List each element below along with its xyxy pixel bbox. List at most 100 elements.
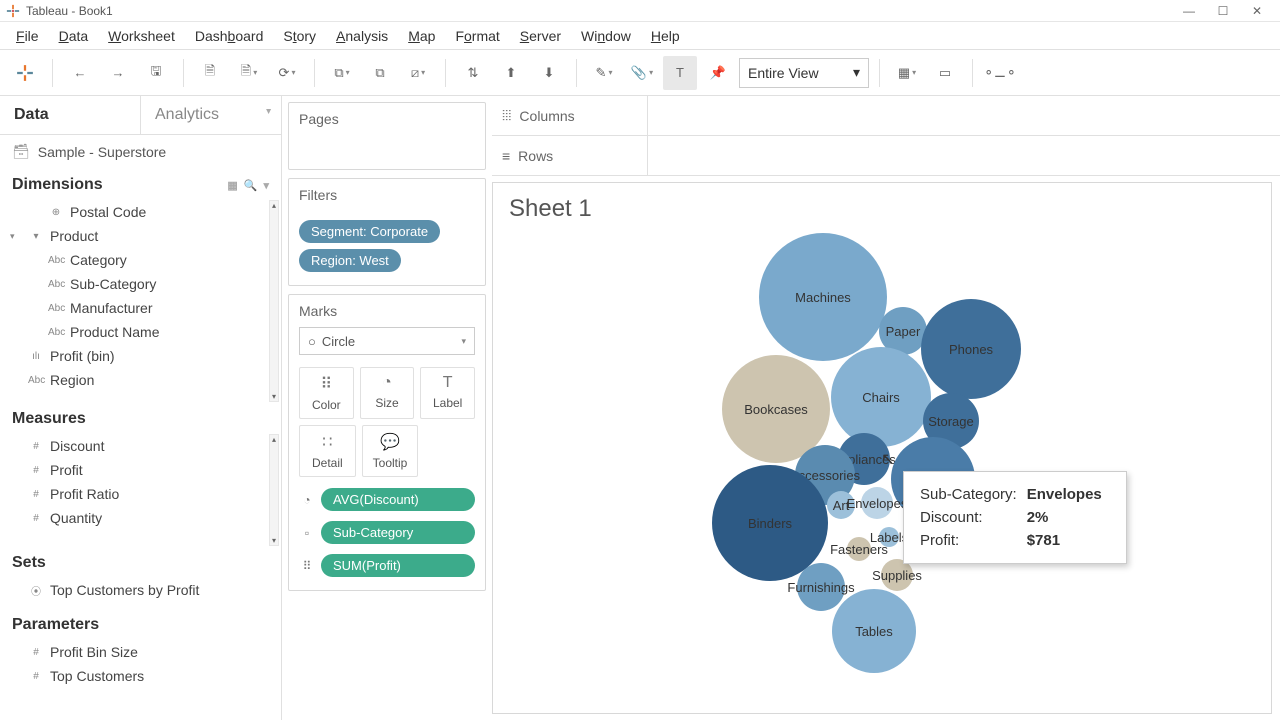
save-button[interactable]: 🖫 bbox=[139, 56, 173, 90]
field-category[interactable]: AbcCategory bbox=[0, 248, 281, 272]
bubble-chart[interactable]: MachinesPaperPhonesBookcasesChairsStorag… bbox=[493, 231, 1271, 713]
pages-shelf[interactable]: Pages bbox=[288, 102, 486, 170]
bubble-binders[interactable]: Binders bbox=[712, 465, 828, 581]
columns-drop[interactable] bbox=[648, 96, 1280, 135]
maximize-button[interactable]: ☐ bbox=[1206, 2, 1240, 20]
menu-server[interactable]: Server bbox=[510, 24, 571, 48]
bubble-labels[interactable]: Labels bbox=[879, 527, 899, 547]
mark-type-dropdown[interactable]: ○ Circle ▾ bbox=[299, 327, 475, 355]
rows-shelf[interactable]: ≡Rows bbox=[492, 136, 648, 175]
tableau-home-icon[interactable] bbox=[8, 56, 42, 90]
menu-format[interactable]: Format bbox=[445, 24, 509, 48]
bubble-envelopes[interactable]: Envelopes bbox=[861, 487, 893, 519]
parameter-item[interactable]: #Top Customers bbox=[0, 664, 281, 688]
field-postal-code[interactable]: ⊕Postal Code bbox=[0, 200, 281, 224]
menu-worksheet[interactable]: Worksheet bbox=[98, 24, 185, 48]
group-button[interactable]: 📎▾ bbox=[625, 56, 659, 90]
mark-pill-type-icon[interactable]: ◔ bbox=[299, 493, 315, 507]
menu-story[interactable]: Story bbox=[273, 24, 326, 48]
share-button[interactable]: ⚬⚊⚬ bbox=[983, 56, 1017, 90]
show-cards-button[interactable]: ▦▾ bbox=[890, 56, 924, 90]
mark-size-button[interactable]: ◔Size bbox=[360, 367, 415, 419]
highlight-button[interactable]: ✎▾ bbox=[587, 56, 621, 90]
mark-pill[interactable]: SUM(Profit) bbox=[321, 554, 475, 577]
sheet-title[interactable]: Sheet 1 bbox=[493, 183, 1271, 227]
filter-pill[interactable]: Region: West bbox=[299, 249, 401, 272]
mark-pill-type-icon[interactable]: ▫ bbox=[299, 526, 315, 540]
scroll-down-icon[interactable]: ▾ bbox=[272, 392, 276, 401]
tableau-icon bbox=[6, 4, 20, 18]
menu-data[interactable]: Data bbox=[49, 24, 99, 48]
rows-drop[interactable] bbox=[648, 136, 1280, 175]
field-profit[interactable]: #Profit bbox=[0, 458, 281, 482]
mark-pill-type-icon[interactable]: ⠿ bbox=[299, 559, 315, 573]
menu-window[interactable]: Window bbox=[571, 24, 641, 48]
size-icon: ◔ bbox=[363, 374, 412, 392]
minimize-button[interactable]: — bbox=[1172, 2, 1206, 20]
mark-pill[interactable]: Sub-Category bbox=[321, 521, 475, 544]
sort-desc-button[interactable]: ⬇ bbox=[532, 56, 566, 90]
redo-button[interactable]: → bbox=[101, 56, 135, 90]
field-discount[interactable]: #Discount bbox=[0, 434, 281, 458]
parameter-item[interactable]: #Profit Bin Size bbox=[0, 640, 281, 664]
scroll-up-icon[interactable]: ▴ bbox=[272, 201, 276, 210]
scroll-up-icon[interactable]: ▴ bbox=[272, 435, 276, 444]
field-product-name[interactable]: AbcProduct Name bbox=[0, 320, 281, 344]
titlebar: Tableau - Book1 — ☐ ✕ bbox=[0, 0, 1280, 22]
field-manufacturer[interactable]: AbcManufacturer bbox=[0, 296, 281, 320]
duplicate-button[interactable]: ⧉ bbox=[363, 56, 397, 90]
shelf-column: Pages Filters Segment: CorporateRegion: … bbox=[282, 96, 492, 720]
field-region[interactable]: AbcRegion bbox=[0, 368, 281, 392]
tooltip-key: Sub-Category: bbox=[920, 484, 1025, 505]
presentation-button[interactable]: ▭ bbox=[928, 56, 962, 90]
filters-shelf[interactable]: Filters Segment: CorporateRegion: West bbox=[288, 178, 486, 286]
field-profit-bin-[interactable]: ılıProfit (bin) bbox=[0, 344, 281, 368]
bubble-phones[interactable]: Phones bbox=[921, 299, 1021, 399]
menu-dashboard[interactable]: Dashboard bbox=[185, 24, 274, 48]
mark-label-button[interactable]: TLabel bbox=[420, 367, 475, 419]
close-button[interactable]: ✕ bbox=[1240, 2, 1274, 20]
field-sub-category[interactable]: AbcSub-Category bbox=[0, 272, 281, 296]
filter-pill[interactable]: Segment: Corporate bbox=[299, 220, 440, 243]
set-item[interactable]: ⦿Top Customers by Profit bbox=[0, 578, 281, 602]
sets-header: Sets bbox=[0, 546, 281, 578]
swap-button[interactable]: ⇅ bbox=[456, 56, 490, 90]
new-worksheet-button[interactable]: ⧉▾ bbox=[325, 56, 359, 90]
mark-detail-button[interactable]: ∷Detail bbox=[299, 425, 356, 477]
menu-help[interactable]: Help bbox=[641, 24, 690, 48]
bubble-chairs[interactable]: Chairs bbox=[831, 347, 931, 447]
scroll-down-icon[interactable]: ▾ bbox=[272, 536, 276, 545]
view-icon[interactable]: ▦ bbox=[227, 179, 237, 192]
field-profit-ratio[interactable]: #Profit Ratio bbox=[0, 482, 281, 506]
search-icon[interactable]: 🔍 bbox=[244, 179, 258, 192]
menu-map[interactable]: Map bbox=[398, 24, 445, 48]
datasource-row[interactable]: 🗃 Sample - Superstore bbox=[0, 135, 281, 168]
bubble-fasteners[interactable]: Fasteners bbox=[847, 537, 871, 561]
new-datasource-button[interactable]: 🗎 bbox=[194, 56, 228, 90]
sort-asc-button[interactable]: ⬆ bbox=[494, 56, 528, 90]
refresh-button[interactable]: ⟳▾ bbox=[270, 56, 304, 90]
bubble-furnishings[interactable]: Furnishings bbox=[797, 563, 845, 611]
mark-color-button[interactable]: ⠿Color bbox=[299, 367, 354, 419]
fit-dropdown[interactable]: Entire View ▾ bbox=[739, 58, 869, 88]
marks-card: Marks ○ Circle ▾ ⠿Color ◔Size TLabel ∷De… bbox=[288, 294, 486, 591]
labels-button[interactable]: T bbox=[663, 56, 697, 90]
tab-analytics[interactable]: Analytics bbox=[140, 96, 281, 134]
bubble-machines[interactable]: Machines bbox=[759, 233, 887, 361]
tab-data[interactable]: Data bbox=[0, 96, 140, 134]
clear-button[interactable]: ⧄▾ bbox=[401, 56, 435, 90]
bubble-tables[interactable]: Tables bbox=[832, 589, 916, 673]
menu-file[interactable]: File bbox=[6, 24, 49, 48]
mark-pill[interactable]: AVG(Discount) bbox=[321, 488, 475, 511]
pin-button[interactable]: 📌 bbox=[701, 56, 735, 90]
columns-shelf[interactable]: ⦙⦙⦙Columns bbox=[492, 96, 648, 135]
mark-tooltip-button[interactable]: 💬Tooltip bbox=[362, 425, 419, 477]
field-product[interactable]: ▾▾Product bbox=[0, 224, 281, 248]
menu-dim-icon[interactable]: ▾ bbox=[263, 179, 269, 192]
undo-button[interactable]: ← bbox=[63, 56, 97, 90]
pause-auto-updates-button[interactable]: 🗎▾ bbox=[232, 56, 266, 90]
field-quantity[interactable]: #Quantity bbox=[0, 506, 281, 530]
field-type-icon: # bbox=[28, 513, 44, 524]
menu-analysis[interactable]: Analysis bbox=[326, 24, 398, 48]
parameter-icon: # bbox=[28, 647, 44, 658]
